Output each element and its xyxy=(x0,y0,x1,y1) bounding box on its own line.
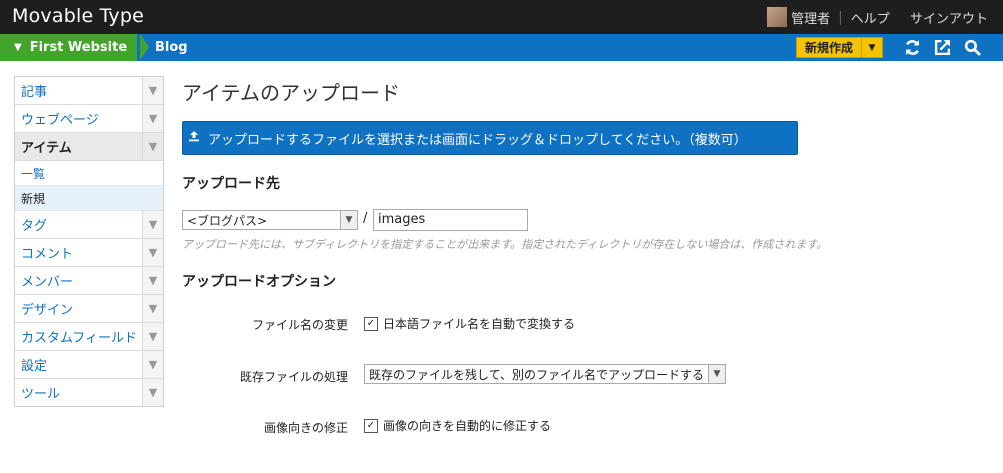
divider: | xyxy=(838,9,843,25)
filename-change-label: ファイル名の変更 xyxy=(251,318,348,332)
sidebar-item-tools[interactable]: ツール ▼ xyxy=(15,379,163,406)
sidebar-item-settings[interactable]: 設定 ▼ xyxy=(15,351,163,379)
divider: | xyxy=(898,10,902,25)
expand-icon[interactable]: ▼ xyxy=(142,351,163,378)
chevron-down-icon[interactable]: ▼ xyxy=(861,37,884,58)
user-link[interactable]: 管理者 xyxy=(791,8,830,27)
sidebar-item-custom-fields[interactable]: カスタムフィールド ▼ xyxy=(15,323,163,351)
auto-rename-label: 日本語ファイル名を自動で変換する xyxy=(383,317,576,331)
sidebar-item-pages[interactable]: ウェブページ ▼ xyxy=(15,105,163,133)
upload-file-button[interactable]: アップロードするファイルを選択または画面にドラッグ＆ドロップしてください。（複数… xyxy=(182,121,798,155)
refresh-icon[interactable] xyxy=(903,38,922,57)
expand-icon[interactable]: ▼ xyxy=(142,211,163,238)
sidebar-item-comments[interactable]: コメント ▼ xyxy=(15,239,163,267)
brand-logo[interactable]: Movable Type xyxy=(12,5,144,27)
sidebar-item-members[interactable]: メンバー ▼ xyxy=(15,267,163,295)
avatar[interactable] xyxy=(767,7,788,27)
external-link-icon[interactable] xyxy=(933,38,952,57)
top-bar: Movable Type 管理者 | ヘルプ | サインアウト xyxy=(0,0,1003,34)
expand-icon[interactable]: ▼ xyxy=(142,379,163,406)
checkbox-checked-icon[interactable]: ✓ xyxy=(364,418,378,433)
caret-down-icon: ▼ xyxy=(14,42,22,53)
expand-icon[interactable]: ▼ xyxy=(142,323,163,350)
new-create-button[interactable]: 新規作成 ▼ xyxy=(796,37,884,58)
user-menu: 管理者 | ヘルプ | サインアウト xyxy=(767,0,988,34)
chevron-down-icon: ▼ xyxy=(340,211,357,229)
expand-icon[interactable]: ▼ xyxy=(142,239,163,266)
expand-icon[interactable]: ▼ xyxy=(142,105,163,132)
path-separator: / xyxy=(363,211,368,226)
orientation-label: 画像向きの修正 xyxy=(263,421,348,435)
page-title: アイテムのアップロード xyxy=(182,81,400,105)
auto-orient-checkbox[interactable]: ✓ 画像の向きを自動的に修正する xyxy=(364,417,551,434)
sidebar-subitem-list[interactable]: 一覧 xyxy=(15,161,163,186)
sidebar-item-tags[interactable]: タグ ▼ xyxy=(15,211,163,239)
existing-file-select[interactable]: 既存のファイルを残して、別のファイル名でアップロードする ▼ xyxy=(364,364,726,384)
destination-path-input[interactable]: images xyxy=(373,209,528,231)
sidebar-menu: 記事 ▼ ウェブページ ▼ アイテム ▼ 一覧 新規 タグ ▼ コメント ▼ メンバー ▼ … xyxy=(14,76,164,407)
blog-name[interactable]: Blog xyxy=(155,34,188,61)
sidebar-item-assets[interactable]: アイテム ▼ xyxy=(15,133,163,161)
existing-file-label: 既存ファイルの処理 xyxy=(239,370,348,384)
expand-icon[interactable]: ▼ xyxy=(142,267,163,294)
new-create-label[interactable]: 新規作成 xyxy=(796,37,862,58)
breadcrumb-arrow xyxy=(140,34,149,60)
sidebar-item-entries[interactable]: 記事 ▼ xyxy=(15,77,163,105)
context-nav: ▼ First Website Blog 新規作成 ▼ xyxy=(0,34,1003,61)
destination-select[interactable]: <ブログパス> ▼ xyxy=(182,210,358,230)
auto-rename-checkbox[interactable]: ✓ 日本語ファイル名を自動で変換する xyxy=(364,315,575,332)
upload-destination-heading: アップロード先 xyxy=(182,176,280,192)
upload-icon xyxy=(188,130,200,146)
collapse-icon[interactable]: ▼ xyxy=(142,133,163,160)
checkbox-checked-icon[interactable]: ✓ xyxy=(364,316,378,331)
sidebar-item-design[interactable]: デザイン ▼ xyxy=(15,295,163,323)
expand-icon[interactable]: ▼ xyxy=(142,77,163,104)
chevron-down-icon: ▼ xyxy=(708,365,725,383)
expand-icon[interactable]: ▼ xyxy=(142,295,163,322)
search-icon[interactable] xyxy=(963,38,982,57)
signout-link[interactable]: サインアウト xyxy=(910,8,988,27)
sidebar-subitem-new[interactable]: 新規 xyxy=(15,186,163,211)
destination-hint: アップロード先には、サブディレクトリを指定することが出来ます。指定されたディレク… xyxy=(182,238,828,251)
help-link[interactable]: ヘルプ xyxy=(851,8,890,27)
upload-options-heading: アップロードオプション xyxy=(182,274,336,290)
auto-orient-label: 画像の向きを自動的に修正する xyxy=(383,419,552,433)
upload-button-label: アップロードするファイルを選択または画面にドラッグ＆ドロップしてください。（複数… xyxy=(208,132,747,148)
site-name: First Website xyxy=(29,40,128,55)
site-switcher[interactable]: ▼ First Website xyxy=(0,34,138,61)
